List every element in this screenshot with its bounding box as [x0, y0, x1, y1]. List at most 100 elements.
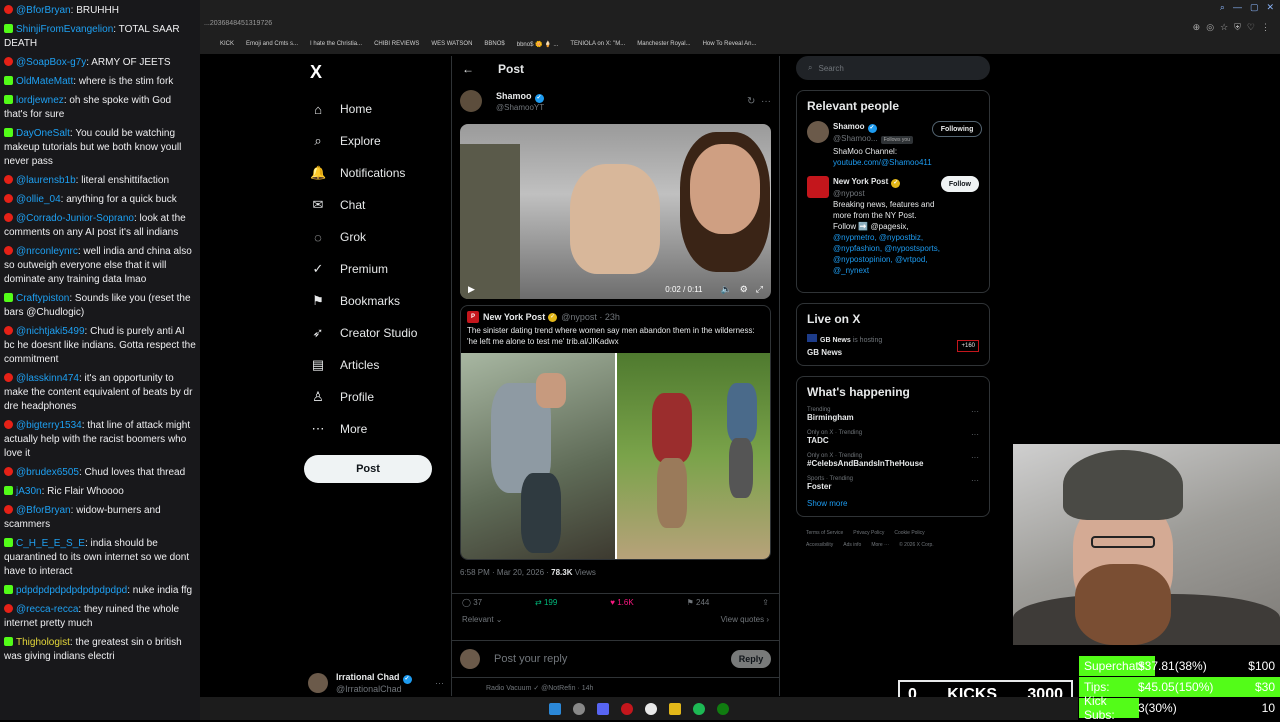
chat-username[interactable]: @ollie_04 — [16, 194, 61, 205]
footer-link[interactable]: Accessibility — [806, 542, 833, 548]
chat-username[interactable]: @BforBryan — [16, 505, 71, 516]
chat-username[interactable]: @laurensb1b — [16, 175, 76, 186]
grok-icon[interactable]: ↻ — [747, 96, 755, 107]
footer-link[interactable]: More ··· — [871, 542, 889, 548]
chat-username[interactable]: @Corrado-Junior-Soprano — [16, 213, 134, 224]
reply-button[interactable]: Reply — [731, 650, 771, 668]
quoted-post[interactable]: P New York Post ✓ @nypost · 23h The sini… — [460, 305, 771, 560]
bookmark-item[interactable]: Emoji and Cmts s... — [246, 41, 298, 47]
settings-icon[interactable]: ⚙ — [740, 284, 748, 295]
account-switcher[interactable]: Irrational Chad ✓ @IrrationalChad ··· — [308, 672, 444, 694]
star-icon[interactable]: ☆ — [1220, 22, 1228, 33]
address-bar[interactable]: ...2036848451319726 — [200, 20, 1280, 34]
live-item[interactable]: GB News is hosting GB News +160 — [807, 334, 979, 357]
heart-icon[interactable]: ♡ — [1247, 22, 1255, 33]
quote-image[interactable] — [461, 353, 770, 559]
repost-action[interactable]: ⇄ 199 — [535, 598, 557, 607]
bookmark-item[interactable]: CHIBI REVIEWS — [374, 41, 419, 47]
close-icon[interactable]: ✕ — [1266, 2, 1274, 13]
chat-username[interactable]: ShinjiFromEvangelion — [16, 24, 113, 35]
nav-item-premium[interactable]: ✓ Premium — [300, 253, 450, 285]
avatar[interactable] — [807, 121, 829, 143]
play-icon[interactable]: ▶ — [468, 284, 475, 295]
person-name[interactable]: Shamoo ✓ — [833, 121, 932, 133]
chat-username[interactable]: @lasskinn474 — [16, 373, 79, 384]
chat-username[interactable]: Craftypiston — [16, 293, 69, 304]
chat-username[interactable]: DayOneSalt — [16, 128, 70, 139]
search-icon[interactable]: ⌕ — [1220, 2, 1225, 13]
person-bio-link[interactable]: @nypmetro, @nypostbiz, @nypfashion, @nyp… — [833, 233, 940, 275]
chat-username[interactable]: @BforBryan — [16, 5, 71, 16]
more-icon[interactable]: ··· — [971, 407, 979, 416]
bookmark-action[interactable]: ⚑ 244 — [687, 598, 710, 607]
footer-link[interactable]: Privacy Policy — [853, 530, 884, 536]
bookmark-item[interactable]: KICK — [220, 41, 234, 47]
volume-icon[interactable]: 🔈 — [721, 284, 732, 295]
more-icon[interactable]: ··· — [971, 476, 979, 485]
bookmark-item[interactable]: WES WATSON — [431, 41, 472, 47]
extension-icon[interactable]: ◎ — [1206, 22, 1214, 33]
search-icon[interactable] — [573, 702, 585, 715]
trend-item[interactable]: Trending Birmingham ··· — [807, 407, 979, 422]
minimize-icon[interactable]: — — [1233, 2, 1242, 13]
more-icon[interactable]: ··· — [761, 96, 771, 107]
bookmark-item[interactable]: How To Reveal An... — [703, 41, 757, 47]
person-name[interactable]: New York Post ✓ — [833, 176, 941, 188]
reply-action[interactable]: ◯ 37 — [462, 598, 482, 607]
xbox-icon[interactable] — [717, 702, 729, 715]
chat-username[interactable]: C_H_E_E_S_E — [16, 538, 85, 549]
nav-item-creator-studio[interactable]: ➶ Creator Studio — [300, 317, 450, 349]
chat-username[interactable]: @recca-recca — [16, 604, 78, 615]
chat-username[interactable]: OldMateMatt — [16, 76, 73, 87]
nav-item-notifications[interactable]: 🔔 Notifications — [300, 157, 450, 189]
author-name[interactable]: Shamoo ✓ — [496, 91, 544, 103]
nav-item-home[interactable]: ⌂ Home — [300, 93, 450, 125]
back-arrow-icon[interactable]: ← — [462, 62, 474, 76]
nav-item-bookmarks[interactable]: ⚑ Bookmarks — [300, 285, 450, 317]
trend-item[interactable]: Sports · Trending Foster ··· — [807, 476, 979, 491]
browser-icon[interactable] — [645, 702, 657, 715]
tab-strip[interactable] — [200, 0, 1280, 20]
person-bio-link[interactable]: youtube.com/@Shamoo411 — [833, 158, 932, 167]
nav-item-explore[interactable]: ⌕ Explore — [300, 125, 450, 157]
view-quotes-link[interactable]: View quotes › — [721, 615, 769, 624]
nav-item-grok[interactable]: ◌ Grok — [300, 221, 450, 253]
more-icon[interactable]: ··· — [435, 678, 444, 688]
person-item[interactable]: Shamoo ✓ @Shamoo... Follows you ShaMoo Chann… — [807, 121, 983, 168]
post-button[interactable]: Post — [304, 455, 432, 483]
following-button[interactable]: Following — [931, 121, 983, 137]
footer-link[interactable]: Cookie Policy — [894, 530, 924, 536]
x-logo-icon[interactable]: X — [310, 62, 450, 83]
sort-dropdown[interactable]: Relevant ⌄ — [462, 615, 503, 624]
folder-icon[interactable] — [669, 702, 681, 715]
author-handle[interactable]: @ShamooYT — [496, 103, 544, 112]
chat-username[interactable]: @brudex6505 — [16, 467, 79, 478]
trend-item[interactable]: Only on X · Trending #CelebsAndBandsInThe… — [807, 453, 979, 468]
discord-icon[interactable] — [597, 702, 609, 715]
nav-item-more[interactable]: ⋯ More — [300, 413, 450, 445]
chat-username[interactable]: lordjewnez — [16, 95, 64, 106]
more-icon[interactable]: ··· — [971, 453, 979, 462]
footer-link[interactable]: Ads info — [843, 542, 861, 548]
like-action[interactable]: ♥ 1.6K — [610, 598, 633, 607]
nav-item-chat[interactable]: ✉ Chat — [300, 189, 450, 221]
follow-button[interactable]: Follow — [940, 176, 979, 192]
chat-username[interactable]: jA30n — [16, 486, 42, 497]
chat-username[interactable]: Thighologist — [16, 637, 70, 648]
chat-username[interactable]: @SoapBox-g7y — [16, 57, 86, 68]
chat-username[interactable]: @nichtjaki5499 — [16, 326, 85, 337]
chat-username[interactable]: pdpdpdpdpdpdpdpdpdpd — [16, 585, 127, 596]
fullscreen-icon[interactable]: ⤢ — [756, 284, 763, 295]
shield-icon[interactable]: ⛨ — [1234, 22, 1241, 33]
chat-username[interactable]: @bigterry1534 — [16, 420, 82, 431]
reply-input[interactable]: Post your reply — [494, 653, 731, 665]
maximize-icon[interactable]: ▢ — [1250, 2, 1259, 13]
share-icon[interactable]: ⇪ — [762, 598, 769, 607]
show-more-link[interactable]: Show more — [807, 499, 979, 508]
bookmark-item[interactable]: TENIOLA on X: "M... — [570, 41, 625, 47]
spotify-icon[interactable] — [693, 702, 705, 715]
app-icon[interactable] — [621, 702, 633, 715]
video-player[interactable]: ▶ 0:02 / 0:11 🔈 ⚙ ⤢ — [460, 124, 771, 299]
trend-item[interactable]: Only on X · Trending TADC ··· — [807, 430, 979, 445]
start-icon[interactable] — [549, 702, 561, 715]
